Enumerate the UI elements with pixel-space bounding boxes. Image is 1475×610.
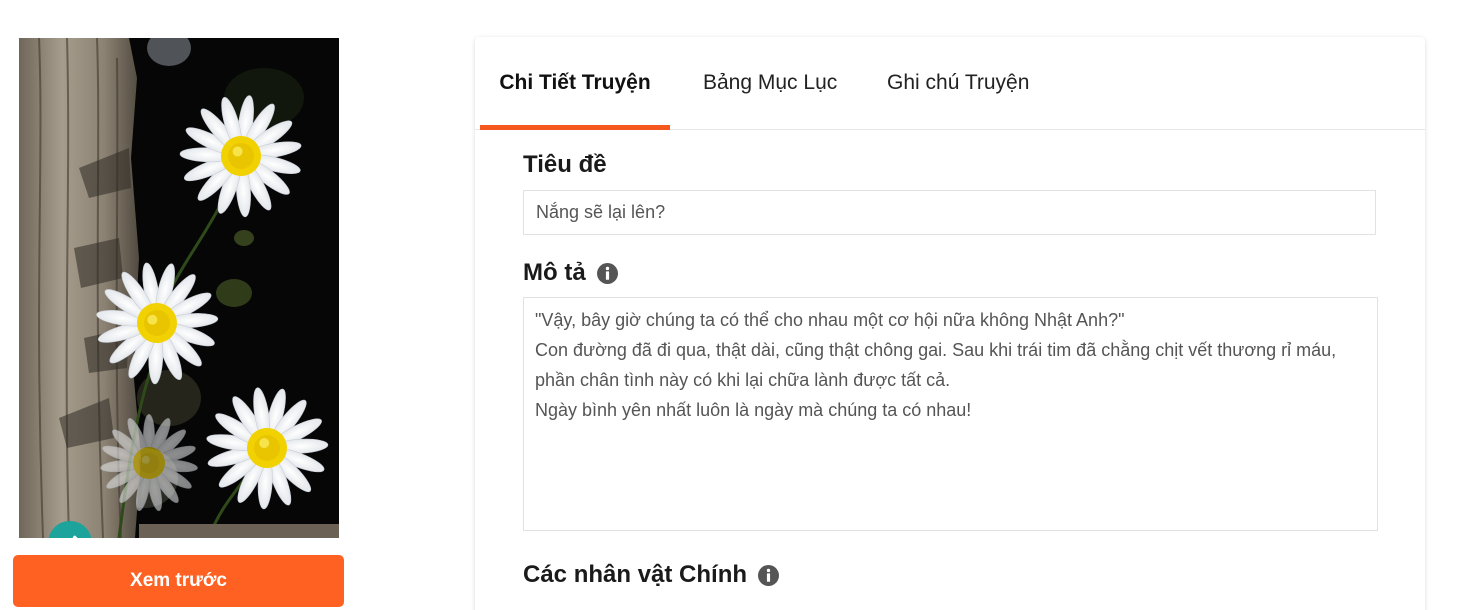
title-input[interactable] (523, 190, 1376, 235)
info-icon[interactable] (758, 564, 780, 586)
title-label-text: Tiêu đề (523, 151, 607, 178)
cover-image (19, 38, 339, 538)
main-characters-label-text: Các nhân vật Chính (523, 561, 748, 588)
preview-button-label: Xem trước (130, 570, 227, 591)
description-textarea[interactable]: "Vậy, bây giờ chúng ta có thể cho nhau m… (523, 297, 1378, 531)
story-details-card: Chi Tiết Truyện Bảng Mục Lục Ghi chú Tru… (475, 37, 1425, 610)
pencil-icon (60, 533, 80, 538)
story-editor-page: Xem trước Chi Tiết Truyện Bảng Mục Lục G… (0, 0, 1475, 610)
tab-label: Chi Tiết Truyện (499, 71, 651, 94)
description-line: Ngày bình yên nhất luôn là ngày mà chúng… (535, 400, 972, 420)
preview-button[interactable]: Xem trước (13, 555, 344, 607)
description-label-text: Mô tả (523, 259, 586, 286)
active-tab-indicator (480, 125, 670, 130)
title-label: Tiêu đề (523, 151, 607, 179)
tab-label: Ghi chú Truyện (887, 71, 1030, 94)
tab-table-of-contents[interactable]: Bảng Mục Lục (703, 37, 837, 129)
main-characters-label: Các nhân vật Chính (523, 561, 780, 589)
description-line: phần chân tình này có khi lại chữa lành … (535, 370, 951, 390)
tab-story-details[interactable]: Chi Tiết Truyện (480, 37, 670, 129)
description-line: Con đường đã đi qua, thật dài, cũng thật… (535, 340, 1337, 360)
tab-bar: Chi Tiết Truyện Bảng Mục Lục Ghi chú Tru… (475, 37, 1425, 130)
tab-label: Bảng Mục Lục (703, 71, 838, 94)
description-line: "Vậy, bây giờ chúng ta có thể cho nhau m… (535, 310, 1125, 330)
tab-story-notes[interactable]: Ghi chú Truyện (887, 37, 1029, 129)
info-icon[interactable] (596, 262, 618, 284)
description-label: Mô tả (523, 259, 618, 287)
